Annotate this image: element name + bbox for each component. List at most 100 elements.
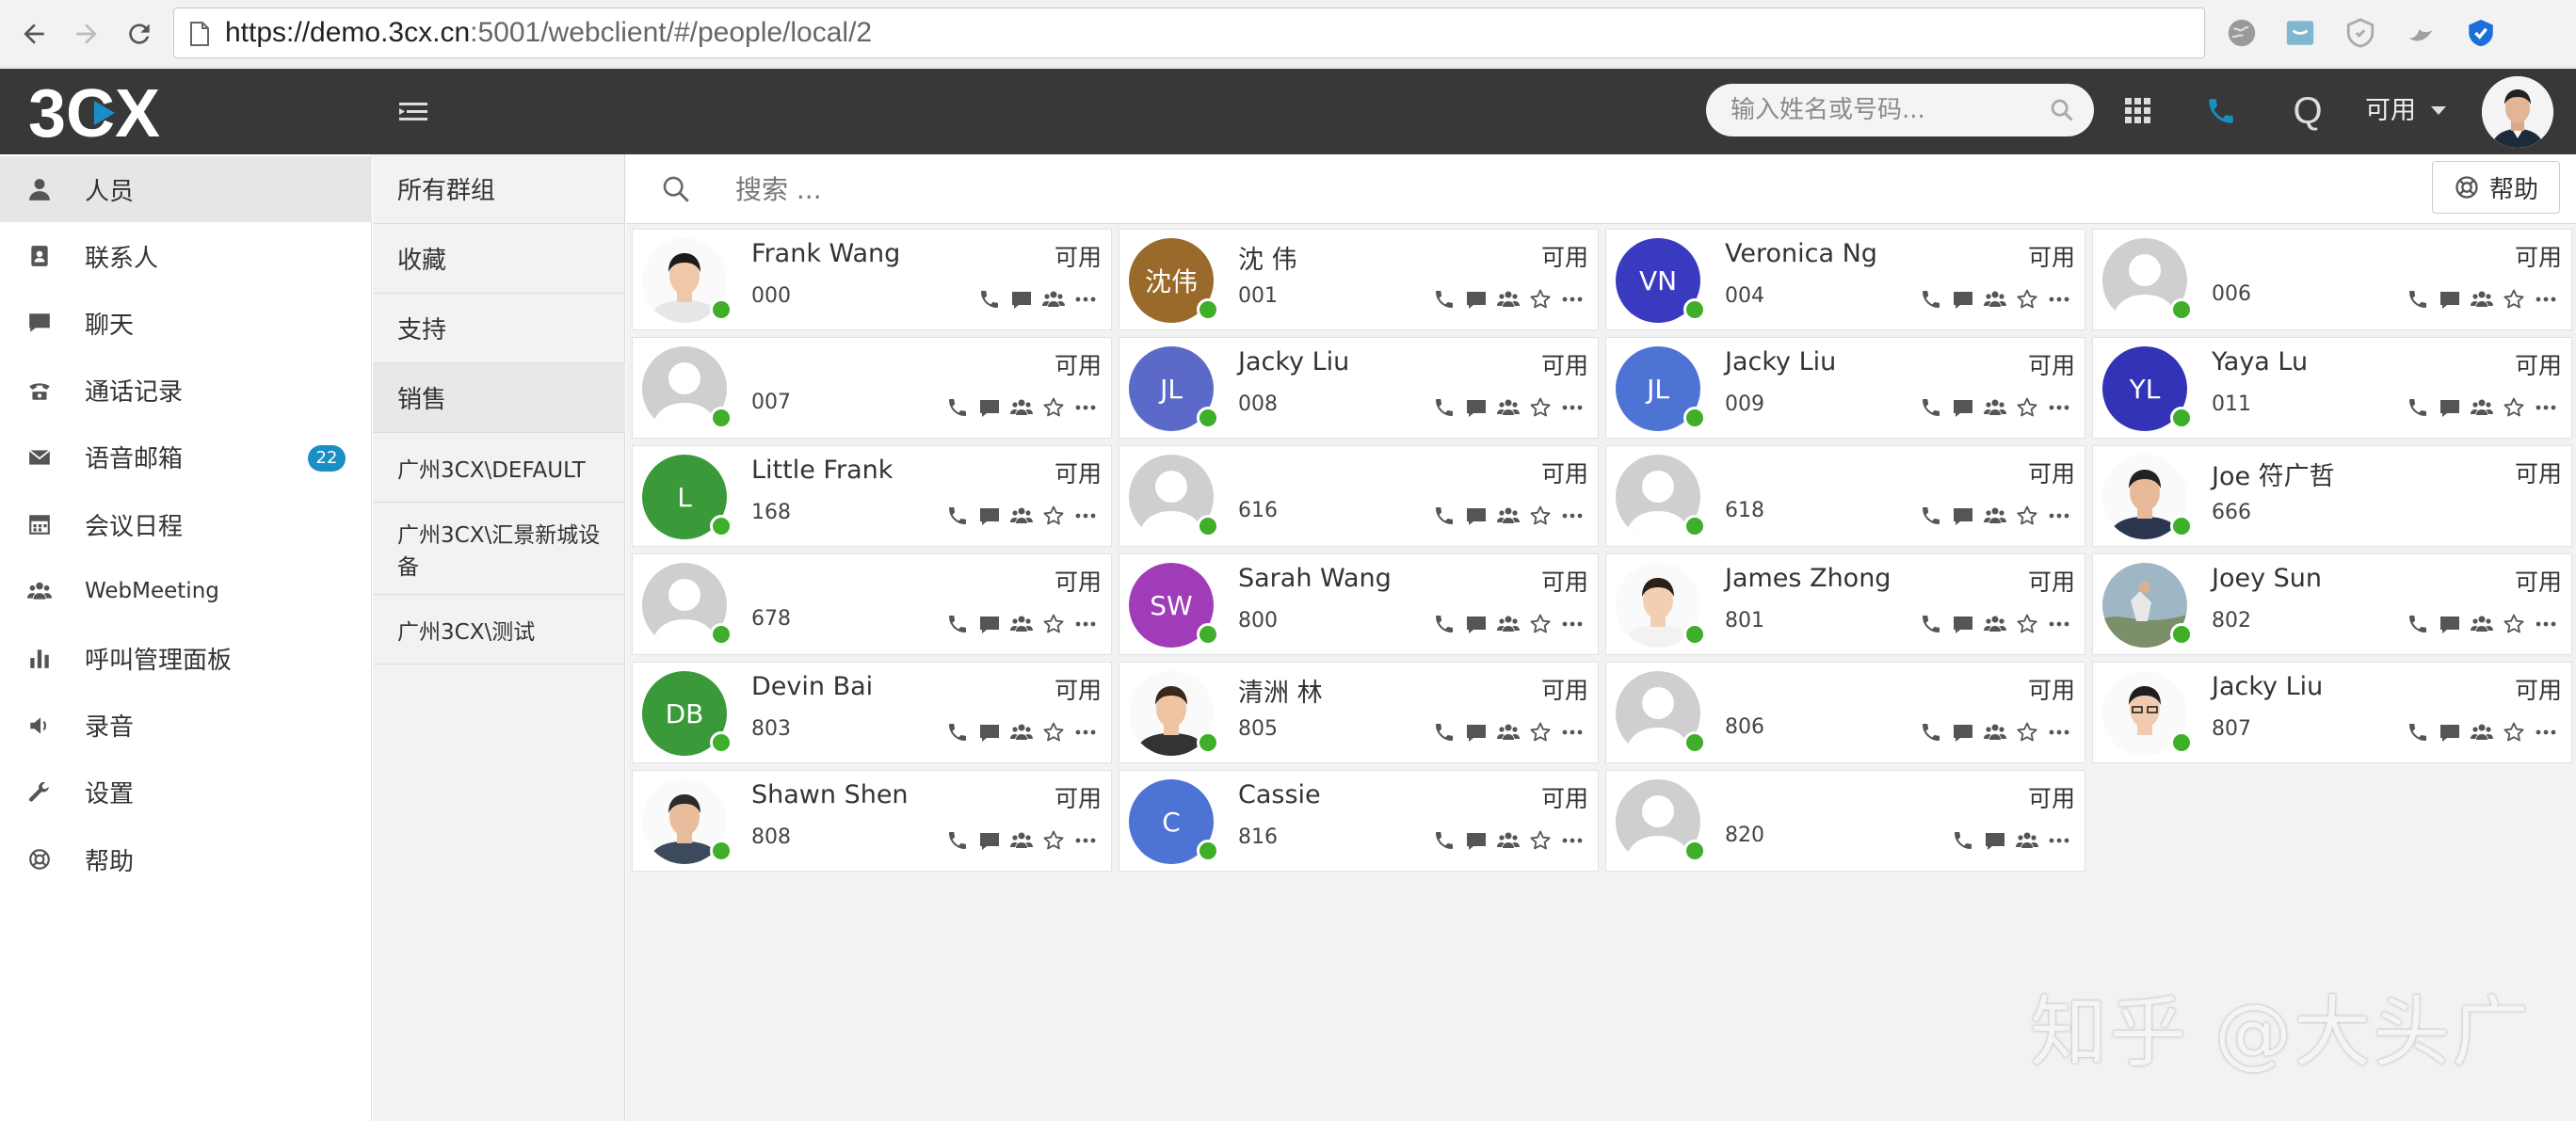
nav-item-1[interactable]: 联系人 [0, 223, 372, 289]
group-icon[interactable] [1006, 611, 1038, 637]
header-search[interactable] [1706, 84, 2094, 136]
more-options-icon[interactable] [2530, 394, 2562, 421]
call-button[interactable] [2199, 89, 2243, 133]
call-icon[interactable] [1428, 611, 1460, 637]
nav-item-4[interactable]: 语音邮箱 22 [0, 424, 372, 490]
group-icon[interactable] [1979, 503, 2011, 529]
more-options-icon[interactable] [1070, 719, 1102, 745]
call-icon[interactable] [942, 719, 974, 745]
more-options-icon[interactable] [1070, 394, 1102, 421]
nav-item-8[interactable]: 录音 [0, 693, 372, 759]
chat-icon[interactable] [974, 503, 1006, 529]
group-item-2[interactable]: 支持 [373, 294, 625, 363]
call-icon[interactable] [2402, 611, 2434, 637]
more-options-icon[interactable] [1556, 719, 1588, 745]
contact-card[interactable]: 806 可用 [1605, 662, 2085, 763]
more-options-icon[interactable] [1556, 827, 1588, 854]
star-icon[interactable] [2011, 394, 2043, 421]
people-search-input[interactable] [735, 154, 1865, 224]
star-icon[interactable] [2011, 503, 2043, 529]
star-icon[interactable] [1524, 286, 1556, 312]
star-icon[interactable] [1524, 719, 1556, 745]
chat-icon[interactable] [1947, 286, 1979, 312]
contact-card[interactable]: Joe 符广哲 666 可用 [2092, 445, 2572, 547]
group-icon[interactable] [1492, 394, 1524, 421]
more-options-icon[interactable] [2043, 611, 2075, 637]
help-button[interactable]: 帮助 [2432, 161, 2560, 214]
shopping-extension-icon[interactable] [2282, 15, 2318, 51]
call-icon[interactable] [1428, 394, 1460, 421]
group-icon[interactable] [1979, 719, 2011, 745]
group-icon[interactable] [1038, 286, 1070, 312]
chat-icon[interactable] [1979, 827, 2011, 854]
star-icon[interactable] [2498, 286, 2530, 312]
call-icon[interactable] [2402, 719, 2434, 745]
more-options-icon[interactable] [2043, 503, 2075, 529]
chat-icon[interactable] [974, 611, 1006, 637]
more-options-icon[interactable] [2043, 394, 2075, 421]
chat-icon[interactable] [1460, 611, 1492, 637]
star-icon[interactable] [1524, 611, 1556, 637]
call-icon[interactable] [2402, 286, 2434, 312]
queue-button[interactable]: Q [2286, 89, 2329, 133]
chat-icon[interactable] [2434, 286, 2466, 312]
more-options-icon[interactable] [2530, 719, 2562, 745]
more-options-icon[interactable] [1070, 827, 1102, 854]
globe-extension-icon[interactable] [2224, 15, 2260, 51]
contact-card[interactable]: 678 可用 [632, 553, 1112, 655]
more-options-icon[interactable] [2043, 286, 2075, 312]
star-icon[interactable] [1038, 394, 1070, 421]
chat-icon[interactable] [1947, 394, 1979, 421]
group-icon[interactable] [1006, 827, 1038, 854]
call-icon[interactable] [1915, 503, 1947, 529]
nav-item-0[interactable]: 人员 [0, 156, 372, 222]
group-item-4[interactable]: 广州3CX\DEFAULT [373, 433, 625, 503]
chat-icon[interactable] [1460, 827, 1492, 854]
call-icon[interactable] [1428, 286, 1460, 312]
nav-item-9[interactable]: 设置 [0, 760, 372, 825]
contact-card[interactable]: 沈伟沈 伟 001 可用 [1119, 229, 1599, 330]
chat-icon[interactable] [974, 827, 1006, 854]
more-options-icon[interactable] [2043, 827, 2075, 854]
contact-card[interactable]: VN Veronica Ng 004 可用 [1605, 229, 2085, 330]
chat-icon[interactable] [2434, 611, 2466, 637]
call-icon[interactable] [974, 286, 1006, 312]
star-icon[interactable] [1038, 503, 1070, 529]
chat-icon[interactable] [974, 719, 1006, 745]
call-icon[interactable] [1428, 503, 1460, 529]
nav-item-2[interactable]: 聊天 [0, 290, 372, 356]
group-icon[interactable] [2466, 611, 2498, 637]
call-icon[interactable] [1915, 719, 1947, 745]
group-icon[interactable] [1492, 611, 1524, 637]
contact-card[interactable]: Shawn Shen 808 可用 [632, 770, 1112, 872]
nav-item-3[interactable]: 通话记录 [0, 358, 372, 424]
address-bar[interactable]: https://demo.3cx.cn:5001/webclient/#/peo… [173, 8, 2205, 58]
dialpad-button[interactable] [2117, 89, 2160, 133]
contact-card[interactable]: C Cassie 816 可用 [1119, 770, 1599, 872]
group-item-5[interactable]: 广州3CX\汇景新城设备 [373, 503, 625, 595]
chat-icon[interactable] [1006, 286, 1038, 312]
call-icon[interactable] [2402, 394, 2434, 421]
nav-item-10[interactable]: 帮助 [0, 826, 372, 892]
call-icon[interactable] [1915, 611, 1947, 637]
3cx-logo[interactable]: 3CX [28, 80, 198, 146]
contact-card[interactable]: Frank Wang 000 可用 [632, 229, 1112, 330]
star-icon[interactable] [2011, 719, 2043, 745]
chat-icon[interactable] [1947, 503, 1979, 529]
group-icon[interactable] [1006, 394, 1038, 421]
contact-card[interactable]: 820 可用 [1605, 770, 2085, 872]
star-icon[interactable] [1038, 719, 1070, 745]
more-options-icon[interactable] [1070, 286, 1102, 312]
reload-button[interactable] [119, 13, 160, 55]
call-icon[interactable] [942, 394, 974, 421]
star-icon[interactable] [1524, 394, 1556, 421]
call-icon[interactable] [942, 827, 974, 854]
group-item-3[interactable]: 销售 [373, 363, 625, 433]
chat-icon[interactable] [1460, 394, 1492, 421]
more-options-icon[interactable] [1070, 611, 1102, 637]
contact-card[interactable]: JL Jacky Liu 009 可用 [1605, 337, 2085, 439]
more-options-icon[interactable] [2530, 611, 2562, 637]
group-item-0[interactable]: 所有群组 [373, 154, 625, 224]
bird-extension-icon[interactable] [2403, 15, 2439, 51]
call-icon[interactable] [942, 503, 974, 529]
